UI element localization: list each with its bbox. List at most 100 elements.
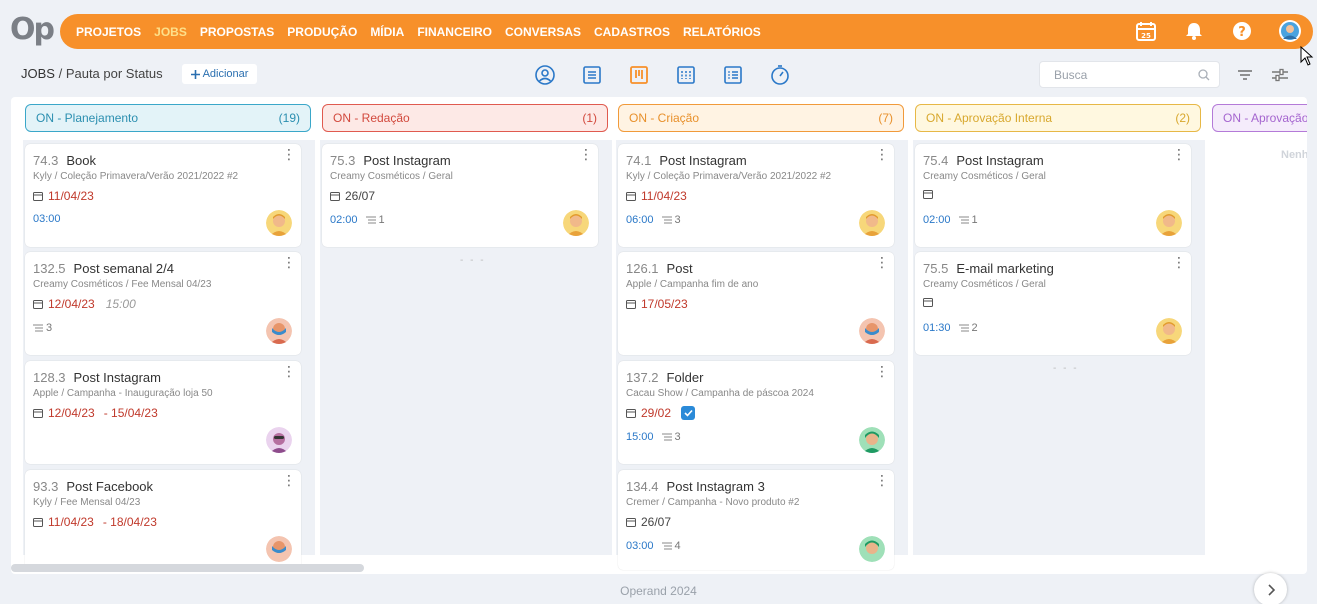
nav-conversas[interactable]: CONVERSAS <box>505 25 581 39</box>
job-time: 01:30 <box>923 322 951 334</box>
job-title: Post Instagram <box>73 370 161 385</box>
card-menu-icon[interactable]: ⋮ <box>875 473 889 487</box>
checklist-view-icon[interactable] <box>721 63 745 87</box>
column-aprovacao-interna: 75.4 Post Instagram Creamy Cosméticos / G… <box>913 140 1205 555</box>
assignee-avatar <box>1156 318 1182 344</box>
card-menu-icon[interactable]: ⋮ <box>1172 255 1186 269</box>
calendar-small-icon <box>626 518 636 527</box>
subtask-count-value: 1 <box>971 214 978 226</box>
card-menu-icon[interactable]: ⋮ <box>875 364 889 378</box>
job-date: 11/04/23 <box>48 515 94 529</box>
job-number: 93.3 <box>33 479 59 494</box>
calendar-icon[interactable]: 25 <box>1133 18 1159 44</box>
calendar-small-icon <box>33 518 43 527</box>
kanban-board: ON - Planejamento (19) 74.3 Book Kyly / C… <box>11 97 1307 574</box>
job-end-date: - 18/04/23 <box>102 515 157 529</box>
job-title: Post Facebook <box>66 479 154 494</box>
job-card[interactable]: 75.4 Post Instagram Creamy Cosméticos / G… <box>915 144 1191 247</box>
nav-relatorios[interactable]: RELATÓRIOS <box>683 25 761 39</box>
column-header-redacao[interactable]: ON - Redação (1) <box>322 104 608 132</box>
plus-icon <box>190 69 200 79</box>
list-small-icon <box>958 324 969 332</box>
job-client-project: Creamy Cosméticos / Geral <box>923 171 1046 182</box>
column-planejamento: 74.3 Book Kyly / Coleção Primavera/Verão … <box>23 140 315 570</box>
card-menu-icon[interactable]: ⋮ <box>282 473 296 487</box>
job-number: 137.2 <box>626 370 659 385</box>
job-card[interactable]: 137.2 Folder Cacau Show / Campanha de pás… <box>618 361 894 464</box>
job-title: Post Instagram 3 <box>666 479 765 494</box>
job-client-project: Cacau Show / Campanha de páscoa 2024 <box>626 388 814 399</box>
completed-check-icon[interactable] <box>681 406 696 420</box>
help-icon[interactable]: ? <box>1229 18 1255 44</box>
job-card[interactable]: 128.3 Post Instagram Apple / Campanha - I… <box>25 361 301 464</box>
column-header-criacao[interactable]: ON - Criação (7) <box>618 104 904 132</box>
list-view-icon[interactable] <box>580 63 604 87</box>
job-card[interactable]: 75.3 Post Instagram Creamy Cosméticos / G… <box>322 144 598 247</box>
column-title: ON - Aprovação <box>1223 111 1307 125</box>
subtask-count: 1 <box>365 214 385 226</box>
card-menu-icon[interactable]: ⋮ <box>282 255 296 269</box>
job-card[interactable]: 75.5 E-mail marketing Creamy Cosméticos /… <box>915 252 1191 355</box>
card-menu-icon[interactable]: ⋮ <box>282 147 296 161</box>
card-menu-icon[interactable]: ⋮ <box>875 147 889 161</box>
subtask-count-value: 2 <box>971 322 978 334</box>
nav-financeiro[interactable]: FINANCEIRO <box>417 25 492 39</box>
card-menu-icon[interactable]: ⋮ <box>579 147 593 161</box>
add-button[interactable]: Adicionar <box>182 64 257 84</box>
kanban-view-icon[interactable] <box>627 63 651 87</box>
list-small-icon <box>958 216 969 224</box>
column-header-aprovacao[interactable]: ON - Aprovação <box>1212 104 1307 132</box>
card-menu-icon[interactable]: ⋮ <box>875 255 889 269</box>
nav-projetos[interactable]: PROJETOS <box>76 25 141 39</box>
next-page-button[interactable] <box>1254 573 1287 604</box>
column-header-planejamento[interactable]: ON - Planejamento (19) <box>25 104 311 132</box>
breadcrumb-root[interactable]: JOBS <box>21 66 55 81</box>
nav-jobs[interactable]: JOBS <box>154 25 187 39</box>
load-more-indicator: - - - <box>460 255 486 266</box>
nav-midia[interactable]: MÍDIA <box>370 25 404 39</box>
operand-logo[interactable]: Op <box>10 12 55 47</box>
assignee-avatar <box>563 210 589 236</box>
column-title: ON - Aprovação Interna <box>926 111 1053 125</box>
card-menu-icon[interactable]: ⋮ <box>282 364 296 378</box>
job-client-project: Creamy Cosméticos / Geral <box>330 171 453 182</box>
job-number: 134.4 <box>626 479 659 494</box>
search-input[interactable]: Busca <box>1039 61 1220 88</box>
job-date: 11/04/23 <box>48 189 94 203</box>
subtask-count: 2 <box>958 322 978 334</box>
filter-icon[interactable] <box>1236 66 1254 84</box>
job-card[interactable]: 74.3 Book Kyly / Coleção Primavera/Verão … <box>25 144 301 247</box>
card-menu-icon[interactable]: ⋮ <box>1172 147 1186 161</box>
job-card[interactable]: 126.1 Post Apple / Campanha fim de ano 17… <box>618 252 894 355</box>
job-card[interactable]: 93.3 Post Facebook Kyly / Fee Mensal 04/2… <box>25 470 301 570</box>
subtask-count-value: 3 <box>46 322 53 334</box>
job-card[interactable]: 132.5 Post semanal 2/4 Creamy Cosméticos … <box>25 252 301 355</box>
calendar-small-icon <box>626 300 636 309</box>
timer-view-icon[interactable] <box>768 63 792 87</box>
job-title: Folder <box>666 370 704 385</box>
bell-icon[interactable] <box>1181 18 1207 44</box>
nav-cadastros[interactable]: CADASTROS <box>594 25 670 39</box>
columns-view-icon[interactable] <box>674 63 698 87</box>
job-card[interactable]: 74.1 Post Instagram Kyly / Coleção Primav… <box>618 144 894 247</box>
job-card[interactable]: 134.4 Post Instagram 3 Cremer / Campanha … <box>618 470 894 570</box>
job-time: 15:00 <box>626 431 654 443</box>
horizontal-scrollbar[interactable] <box>11 564 364 572</box>
list-small-icon <box>661 216 672 224</box>
job-client-project: Creamy Cosméticos / Geral <box>923 279 1046 290</box>
column-header-aprovacao-interna[interactable]: ON - Aprovação Interna (2) <box>915 104 1201 132</box>
settings-sliders-icon[interactable] <box>1271 66 1289 84</box>
user-avatar-icon[interactable] <box>1277 18 1303 44</box>
job-date: 11/04/23 <box>641 189 687 203</box>
subtask-count: 3 <box>661 214 681 226</box>
job-title: E-mail marketing <box>956 261 1054 276</box>
job-time: 06:00 <box>626 214 654 226</box>
user-view-icon[interactable] <box>533 63 557 87</box>
svg-text:?: ? <box>1238 25 1246 40</box>
column-title: ON - Planejamento <box>36 111 139 125</box>
nav-producao[interactable]: PRODUÇÃO <box>287 25 357 39</box>
column-title: ON - Redação <box>333 111 410 125</box>
job-title: Post Instagram <box>956 153 1044 168</box>
nav-propostas[interactable]: PROPOSTAS <box>200 25 274 39</box>
list-small-icon <box>33 324 43 332</box>
